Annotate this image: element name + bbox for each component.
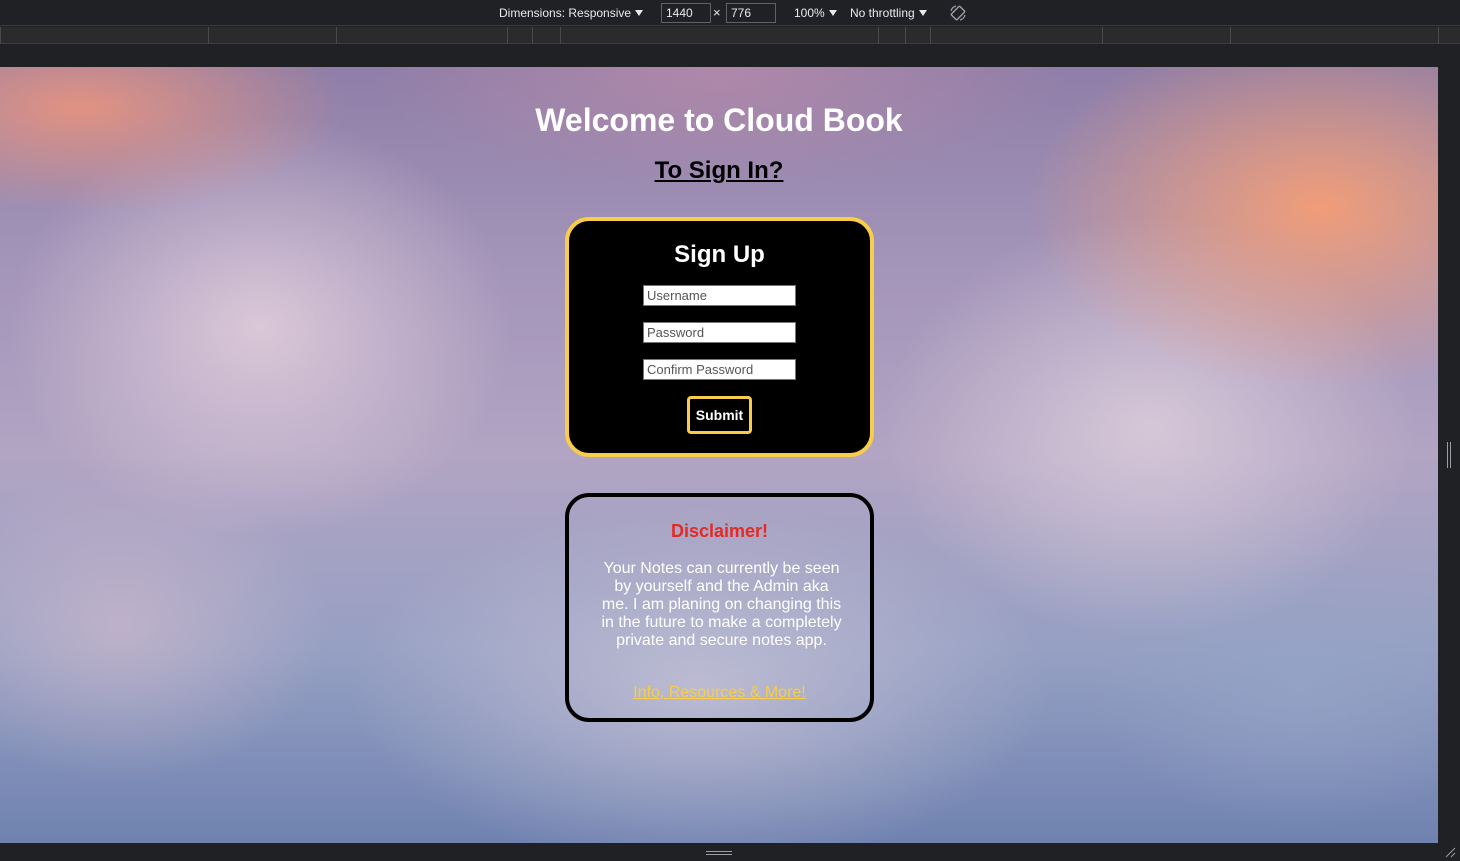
throttling-dropdown[interactable]: No throttling — [850, 6, 927, 20]
signin-heading: To Sign In? — [0, 157, 1438, 185]
ruler-segment[interactable] — [532, 27, 560, 44]
dimensions-label: Dimensions: Responsive — [499, 6, 632, 20]
signup-form: Sign Up Submit — [565, 217, 874, 457]
submit-button[interactable]: Submit — [687, 396, 752, 434]
page-title: Welcome to Cloud Book — [535, 102, 903, 138]
chevron-down-icon — [635, 10, 644, 16]
ruler-segment[interactable] — [930, 27, 1102, 44]
times-sign: × — [713, 5, 721, 20]
chevron-down-icon — [828, 10, 837, 16]
ruler-segment[interactable] — [1102, 27, 1230, 44]
height-input[interactable] — [726, 3, 776, 23]
corner-resize-icon[interactable] — [1444, 846, 1456, 858]
zoom-dropdown[interactable]: 100% — [794, 6, 837, 20]
width-input[interactable] — [661, 3, 711, 23]
disclaimer-text: Your Notes can currently be seen by your… — [601, 560, 842, 649]
ruler-segment[interactable] — [1438, 27, 1460, 44]
right-resize-handle[interactable] — [1438, 67, 1460, 843]
confirm-password-input[interactable] — [643, 359, 796, 380]
throttling-label: No throttling — [850, 6, 915, 20]
bottom-resize-handle[interactable] — [0, 843, 1460, 861]
chevron-down-icon — [918, 10, 927, 16]
zoom-label: 100% — [794, 6, 825, 20]
password-input[interactable] — [643, 322, 796, 343]
ruler-segment[interactable] — [560, 27, 878, 44]
info-resources-link[interactable]: Info, Resources & More! — [569, 684, 870, 702]
disclaimer-heading: Disclaimer! — [670, 521, 769, 541]
page-viewport: Welcome to Cloud Book To Sign In? Sign U… — [0, 67, 1438, 843]
ruler-segment[interactable] — [0, 27, 208, 44]
username-input[interactable] — [643, 285, 796, 306]
signup-heading: Sign Up — [674, 241, 765, 268]
ruler-segment[interactable] — [336, 27, 507, 44]
signin-link[interactable]: To Sign In? — [655, 157, 784, 184]
rotate-icon[interactable] — [949, 4, 967, 22]
ruler-segment[interactable] — [1230, 27, 1438, 44]
dimensions-dropdown[interactable]: Dimensions: Responsive — [499, 6, 644, 20]
resize-grip-icon — [706, 851, 732, 855]
ruler-segment[interactable] — [905, 27, 930, 44]
media-query-ruler — [0, 27, 1460, 44]
devtools-toolbar: Dimensions: Responsive × 100% No throttl… — [0, 0, 1460, 26]
ruler-segment[interactable] — [878, 27, 905, 44]
ruler-segment[interactable] — [208, 27, 336, 44]
viewport-gap — [0, 44, 1460, 67]
disclaimer-card: Disclaimer! Your Notes can currently be … — [565, 493, 874, 722]
resize-grip-icon — [1447, 442, 1451, 468]
ruler-segment[interactable] — [507, 27, 532, 44]
